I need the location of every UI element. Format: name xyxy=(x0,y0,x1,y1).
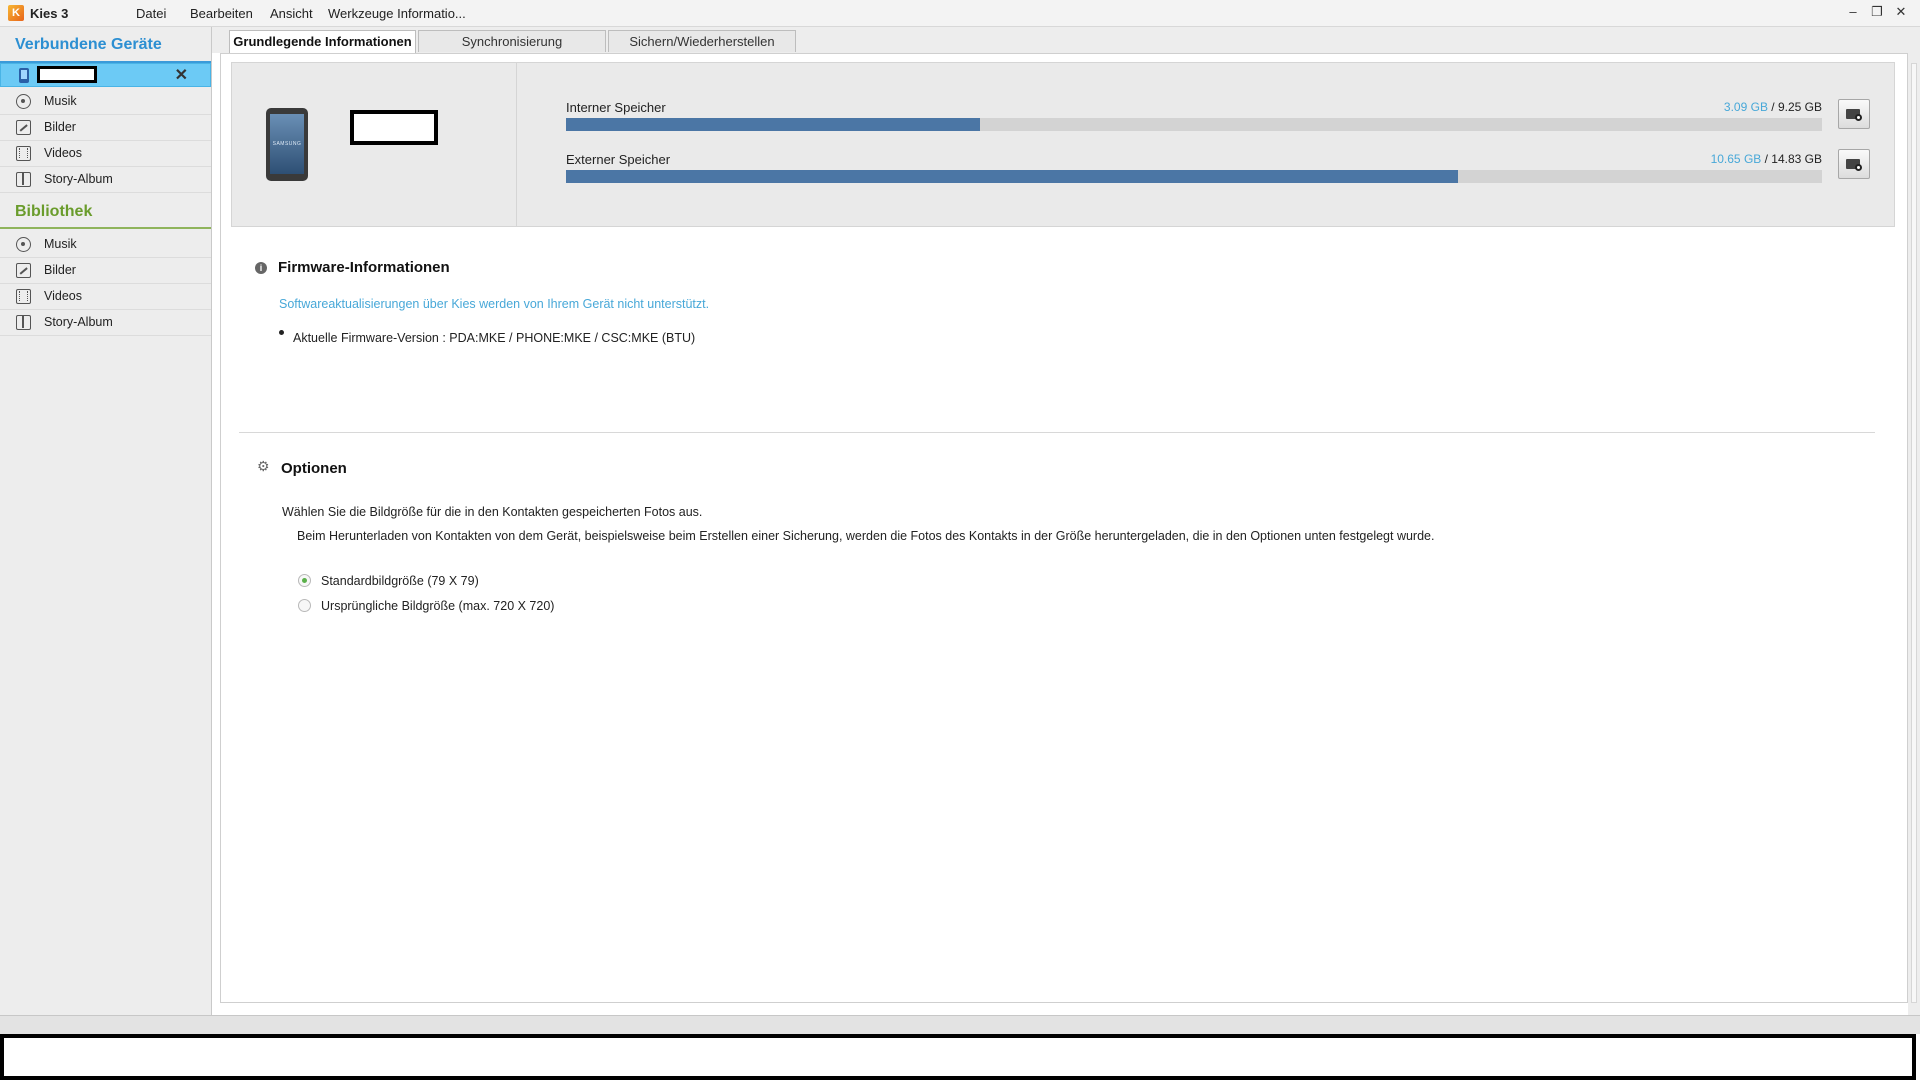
music-icon xyxy=(16,237,31,252)
tab-sichern-wiederherstellen[interactable]: Sichern/Wiederherstellen xyxy=(608,30,796,52)
external-storage-used: 10.65 GB xyxy=(1710,152,1762,166)
title-bar: K Kies 3 Datei Bearbeiten Ansicht Werkze… xyxy=(0,0,1920,27)
sidebar-item-label: Videos xyxy=(44,289,82,303)
firmware-version: Aktuelle Firmware-Version : PDA:MKE / PH… xyxy=(293,331,696,345)
firmware-title: Firmware-Informationen xyxy=(278,259,450,276)
device-info-panel: SAMSUNG Interner Speicher 3.09 GB / 9.25… xyxy=(231,62,1895,227)
tab-synchronisierung[interactable]: Synchronisierung xyxy=(418,30,606,52)
tab-bar: Grundlegende Informationen Synchronisier… xyxy=(212,27,1920,53)
menu-ansicht[interactable]: Ansicht xyxy=(270,6,313,21)
sidebar-item-device-musik[interactable]: Musik xyxy=(0,89,211,115)
sidebar-item-label: Musik xyxy=(44,237,77,251)
sidebar-item-label: Videos xyxy=(44,146,82,160)
section-divider xyxy=(239,432,1875,433)
sidebar-item-label: Musik xyxy=(44,94,77,108)
minimize-button[interactable]: – xyxy=(1842,3,1864,21)
bullet xyxy=(279,330,284,335)
info-icon: i xyxy=(255,262,267,274)
options-subdescription: Beim Herunterladen von Kontakten von dem… xyxy=(297,529,1435,543)
sidebar-item-library-bilder[interactable]: Bilder xyxy=(0,258,211,284)
restore-button[interactable]: ❐ xyxy=(1866,3,1888,21)
close-window-button[interactable]: ✕ xyxy=(1890,3,1912,21)
radio-standard-size[interactable] xyxy=(298,574,311,587)
sidebar-item-library-musik[interactable]: Musik xyxy=(0,232,211,258)
tablet-screen: SAMSUNG xyxy=(270,114,304,174)
kies-logo-icon: K xyxy=(8,5,24,21)
sidebar: Verbundene Geräte ✕ Musik Bilder Videos … xyxy=(0,27,212,1015)
options-description: Wählen Sie die Bildgröße für die in den … xyxy=(282,505,703,519)
sidebar-item-device[interactable]: ✕ xyxy=(0,63,211,87)
main-content: SAMSUNG Interner Speicher 3.09 GB / 9.25… xyxy=(220,53,1908,1003)
radio-standard-size-label[interactable]: Standardbildgröße (79 X 79) xyxy=(321,574,479,588)
music-icon xyxy=(16,94,31,109)
scrollbar-thumb[interactable] xyxy=(1911,63,1917,1003)
video-icon xyxy=(16,289,31,304)
external-storage-label: Externer Speicher xyxy=(566,152,671,167)
external-storage-values: 10.65 GB / 14.83 GB xyxy=(1622,152,1822,166)
sidebar-item-library-videos[interactable]: Videos xyxy=(0,284,211,310)
sidebar-item-label: Bilder xyxy=(44,120,76,134)
sidebar-item-label: Story-Album xyxy=(44,172,113,186)
phone-icon xyxy=(19,68,29,83)
sidebar-item-device-story-album[interactable]: Story-Album xyxy=(0,167,211,193)
redacted-bottom-area xyxy=(0,1034,1916,1080)
external-storage-bar xyxy=(566,170,1822,183)
internal-storage-total: 9.25 GB xyxy=(1777,100,1822,114)
tablet-device-icon: SAMSUNG xyxy=(266,108,308,181)
pictures-icon xyxy=(16,263,31,278)
connected-devices-header: Verbundene Geräte xyxy=(15,36,162,53)
sidebar-item-library-story-album[interactable]: Story-Album xyxy=(0,310,211,336)
radio-original-size-label[interactable]: Ursprüngliche Bildgröße (max. 720 X 720) xyxy=(321,599,554,613)
device-name-redacted xyxy=(37,66,97,83)
video-icon xyxy=(16,146,31,161)
menu-datei[interactable]: Datei xyxy=(136,6,166,21)
explore-internal-storage-button[interactable] xyxy=(1838,99,1870,129)
internal-storage-bar xyxy=(566,118,1822,131)
options-title: Optionen xyxy=(281,460,347,477)
menu-werkzeuge[interactable]: Werkzeuge Informatio... xyxy=(328,6,466,21)
story-album-icon xyxy=(16,172,31,187)
sidebar-item-label: Story-Album xyxy=(44,315,113,329)
storage-separator: / xyxy=(1767,100,1778,114)
menu-bearbeiten[interactable]: Bearbeiten xyxy=(190,6,253,21)
gear-icon: ⚙ xyxy=(257,458,270,474)
external-storage-fill xyxy=(566,170,1458,183)
search-icon xyxy=(1855,164,1862,171)
disconnect-device-icon[interactable]: ✕ xyxy=(175,65,188,85)
storage-separator: / xyxy=(1761,152,1772,166)
internal-storage-values: 3.09 GB / 9.25 GB xyxy=(1622,100,1822,114)
device-name-redacted xyxy=(350,110,438,145)
external-storage-total: 14.83 GB xyxy=(1771,152,1822,166)
internal-storage-fill xyxy=(566,118,981,131)
search-icon xyxy=(1855,114,1862,121)
internal-storage-label: Interner Speicher xyxy=(566,100,666,115)
app-title: Kies 3 xyxy=(30,6,69,21)
internal-storage-used: 3.09 GB xyxy=(1723,100,1768,114)
library-header: Bibliothek xyxy=(0,197,211,229)
explore-external-storage-button[interactable] xyxy=(1838,149,1870,179)
tab-grundlegende-informationen[interactable]: Grundlegende Informationen xyxy=(229,30,416,53)
device-image-area: SAMSUNG xyxy=(232,63,517,226)
radio-original-size[interactable] xyxy=(298,599,311,612)
story-album-icon xyxy=(16,315,31,330)
pictures-icon xyxy=(16,120,31,135)
firmware-note: Softwareaktualisierungen über Kies werde… xyxy=(279,297,710,311)
vertical-scrollbar[interactable] xyxy=(1908,53,1920,1015)
status-bar xyxy=(0,1015,1920,1034)
sidebar-item-device-videos[interactable]: Videos xyxy=(0,141,211,167)
sidebar-item-device-bilder[interactable]: Bilder xyxy=(0,115,211,141)
sidebar-item-label: Bilder xyxy=(44,263,76,277)
